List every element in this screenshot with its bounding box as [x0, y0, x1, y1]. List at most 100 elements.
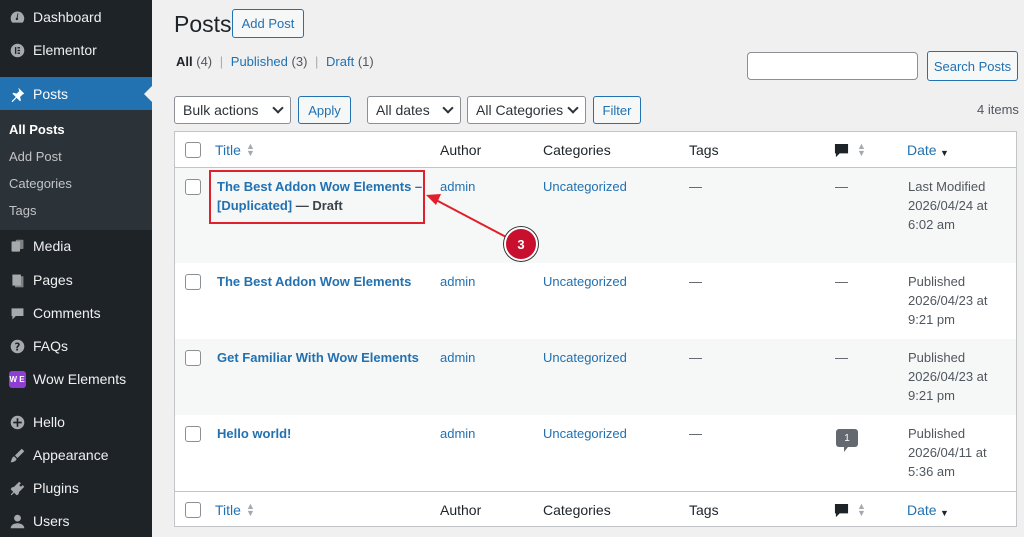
view-draft-count: (1): [357, 54, 374, 69]
row-checkbox[interactable]: [185, 179, 201, 195]
column-categories-footer: Categories: [543, 502, 611, 518]
highlight-box: [209, 170, 425, 224]
submenu-tags[interactable]: Tags: [9, 203, 36, 218]
post-title-link[interactable]: The Best Addon Wow Elements: [217, 272, 411, 291]
comment-bubble-icon[interactable]: [834, 503, 849, 518]
table-row: Get Familiar With Wow Elements admin Unc…: [175, 339, 1016, 415]
category-link[interactable]: Uncategorized: [543, 424, 627, 443]
category-link[interactable]: Uncategorized: [543, 272, 627, 291]
table-row: The Best Addon Wow Elements admin Uncate…: [175, 263, 1016, 339]
date-day: 2026/04/11 at: [908, 445, 987, 460]
sidebar-item-dashboard[interactable]: Dashboard: [0, 0, 152, 34]
pin-icon: [8, 85, 26, 103]
row-checkbox[interactable]: [185, 274, 201, 290]
date-status: Published: [908, 274, 966, 289]
column-date-footer[interactable]: Date: [907, 502, 937, 518]
view-separator: |: [219, 54, 224, 69]
sort-desc-icon: ▼: [940, 508, 949, 518]
sidebar-item-elementor[interactable]: Elementor: [0, 33, 152, 67]
sidebar-item-wow-elements[interactable]: W E Wow Elements: [0, 362, 152, 396]
sort-icon: ▲ ▼: [857, 501, 866, 518]
tags-value: —: [689, 274, 702, 289]
select-all-checkbox[interactable]: [185, 142, 201, 158]
bulk-actions-select[interactable]: Bulk actions: [174, 96, 291, 124]
category-link[interactable]: Uncategorized: [543, 348, 627, 367]
view-all-count: (4): [196, 54, 213, 69]
view-separator: |: [315, 54, 319, 69]
filter-button[interactable]: Filter: [593, 96, 641, 124]
author-link[interactable]: admin: [440, 348, 475, 367]
date-time: 9:21 pm: [908, 312, 955, 327]
dates-select[interactable]: All dates: [367, 96, 461, 124]
question-icon: ?: [8, 337, 26, 355]
apply-button[interactable]: Apply: [298, 96, 351, 124]
column-title-footer[interactable]: Title: [215, 502, 241, 518]
column-date-header[interactable]: Date: [907, 142, 937, 158]
categories-select[interactable]: All Categories: [467, 96, 586, 124]
sort-icon: ▲ ▼: [246, 141, 255, 158]
sidebar-item-faqs[interactable]: ? FAQs: [0, 329, 152, 363]
select-all-checkbox[interactable]: [185, 502, 201, 518]
dashboard-icon: [8, 8, 26, 26]
sidebar-item-users[interactable]: Users: [0, 504, 152, 537]
sidebar-item-label: Hello: [33, 414, 65, 430]
chevron-down-icon: [567, 101, 579, 114]
submenu-all-posts[interactable]: All Posts: [9, 122, 65, 137]
svg-text:?: ?: [14, 342, 20, 353]
sort-icon: ▲ ▼: [246, 501, 255, 518]
sidebar-item-label: FAQs: [33, 338, 69, 354]
plus-circle-icon: [8, 413, 26, 431]
items-count: 4 items: [977, 102, 1019, 117]
sort-desc-icon: ▼: [940, 148, 949, 158]
view-published-link[interactable]: Published: [231, 54, 288, 69]
date-status: Published: [908, 426, 966, 441]
category-link[interactable]: Uncategorized: [543, 177, 627, 196]
date-day: 2026/04/23 at: [908, 369, 988, 384]
wow-elements-icon: W E: [8, 370, 26, 388]
author-link[interactable]: admin: [440, 424, 475, 443]
row-checkbox[interactable]: [185, 426, 201, 442]
post-title-link[interactable]: Get Familiar With Wow Elements: [217, 348, 419, 367]
page-title: Posts: [174, 11, 232, 37]
chevron-down-icon: [272, 101, 284, 114]
media-icon: [8, 237, 26, 255]
dates-label: All dates: [376, 102, 430, 118]
sidebar-item-label: Plugins: [33, 480, 79, 496]
comment-count-badge[interactable]: 1: [836, 429, 858, 452]
submenu-categories[interactable]: Categories: [9, 176, 72, 191]
date-status: Last Modified: [908, 179, 986, 194]
bulk-actions-label: Bulk actions: [183, 102, 259, 118]
sidebar-item-appearance[interactable]: Appearance: [0, 438, 152, 472]
sidebar-item-hello[interactable]: Hello: [0, 405, 152, 439]
sidebar-item-plugins[interactable]: Plugins: [0, 471, 152, 505]
date-day: 2026/04/23 at: [908, 293, 988, 308]
paintbrush-icon: [8, 446, 26, 464]
sidebar-item-media[interactable]: Media: [0, 229, 152, 263]
comments-icon: [8, 304, 26, 322]
date-status: Published: [908, 350, 966, 365]
column-title-header[interactable]: Title: [215, 142, 241, 158]
date-cell: Last Modified 2026/04/24 at 6:02 am: [908, 177, 988, 234]
submenu-add-post[interactable]: Add Post: [9, 149, 62, 164]
date-time: 6:02 am: [908, 217, 955, 232]
post-title-link[interactable]: Hello world!: [217, 424, 291, 443]
comment-bubble-icon[interactable]: [834, 143, 849, 158]
search-posts-button[interactable]: Search Posts: [927, 51, 1018, 81]
plugin-icon: [8, 479, 26, 497]
sidebar-item-comments[interactable]: Comments: [0, 296, 152, 330]
date-day: 2026/04/24 at: [908, 198, 988, 213]
sidebar-item-posts[interactable]: Posts: [0, 77, 152, 111]
date-time: 5:36 am: [908, 464, 955, 479]
view-draft-link[interactable]: Draft: [326, 54, 354, 69]
add-post-button[interactable]: Add Post: [232, 9, 304, 38]
column-tags-header: Tags: [689, 142, 719, 158]
date-cell: Published 2026/04/23 at 9:21 pm: [908, 272, 988, 329]
sidebar-item-label: Pages: [33, 272, 73, 288]
elementor-icon: [8, 41, 26, 59]
row-checkbox[interactable]: [185, 350, 201, 366]
author-link[interactable]: admin: [440, 272, 475, 291]
author-link[interactable]: admin: [440, 177, 475, 196]
sidebar-item-pages[interactable]: Pages: [0, 263, 152, 297]
view-all-link[interactable]: All: [176, 54, 193, 69]
search-input[interactable]: [747, 52, 918, 80]
